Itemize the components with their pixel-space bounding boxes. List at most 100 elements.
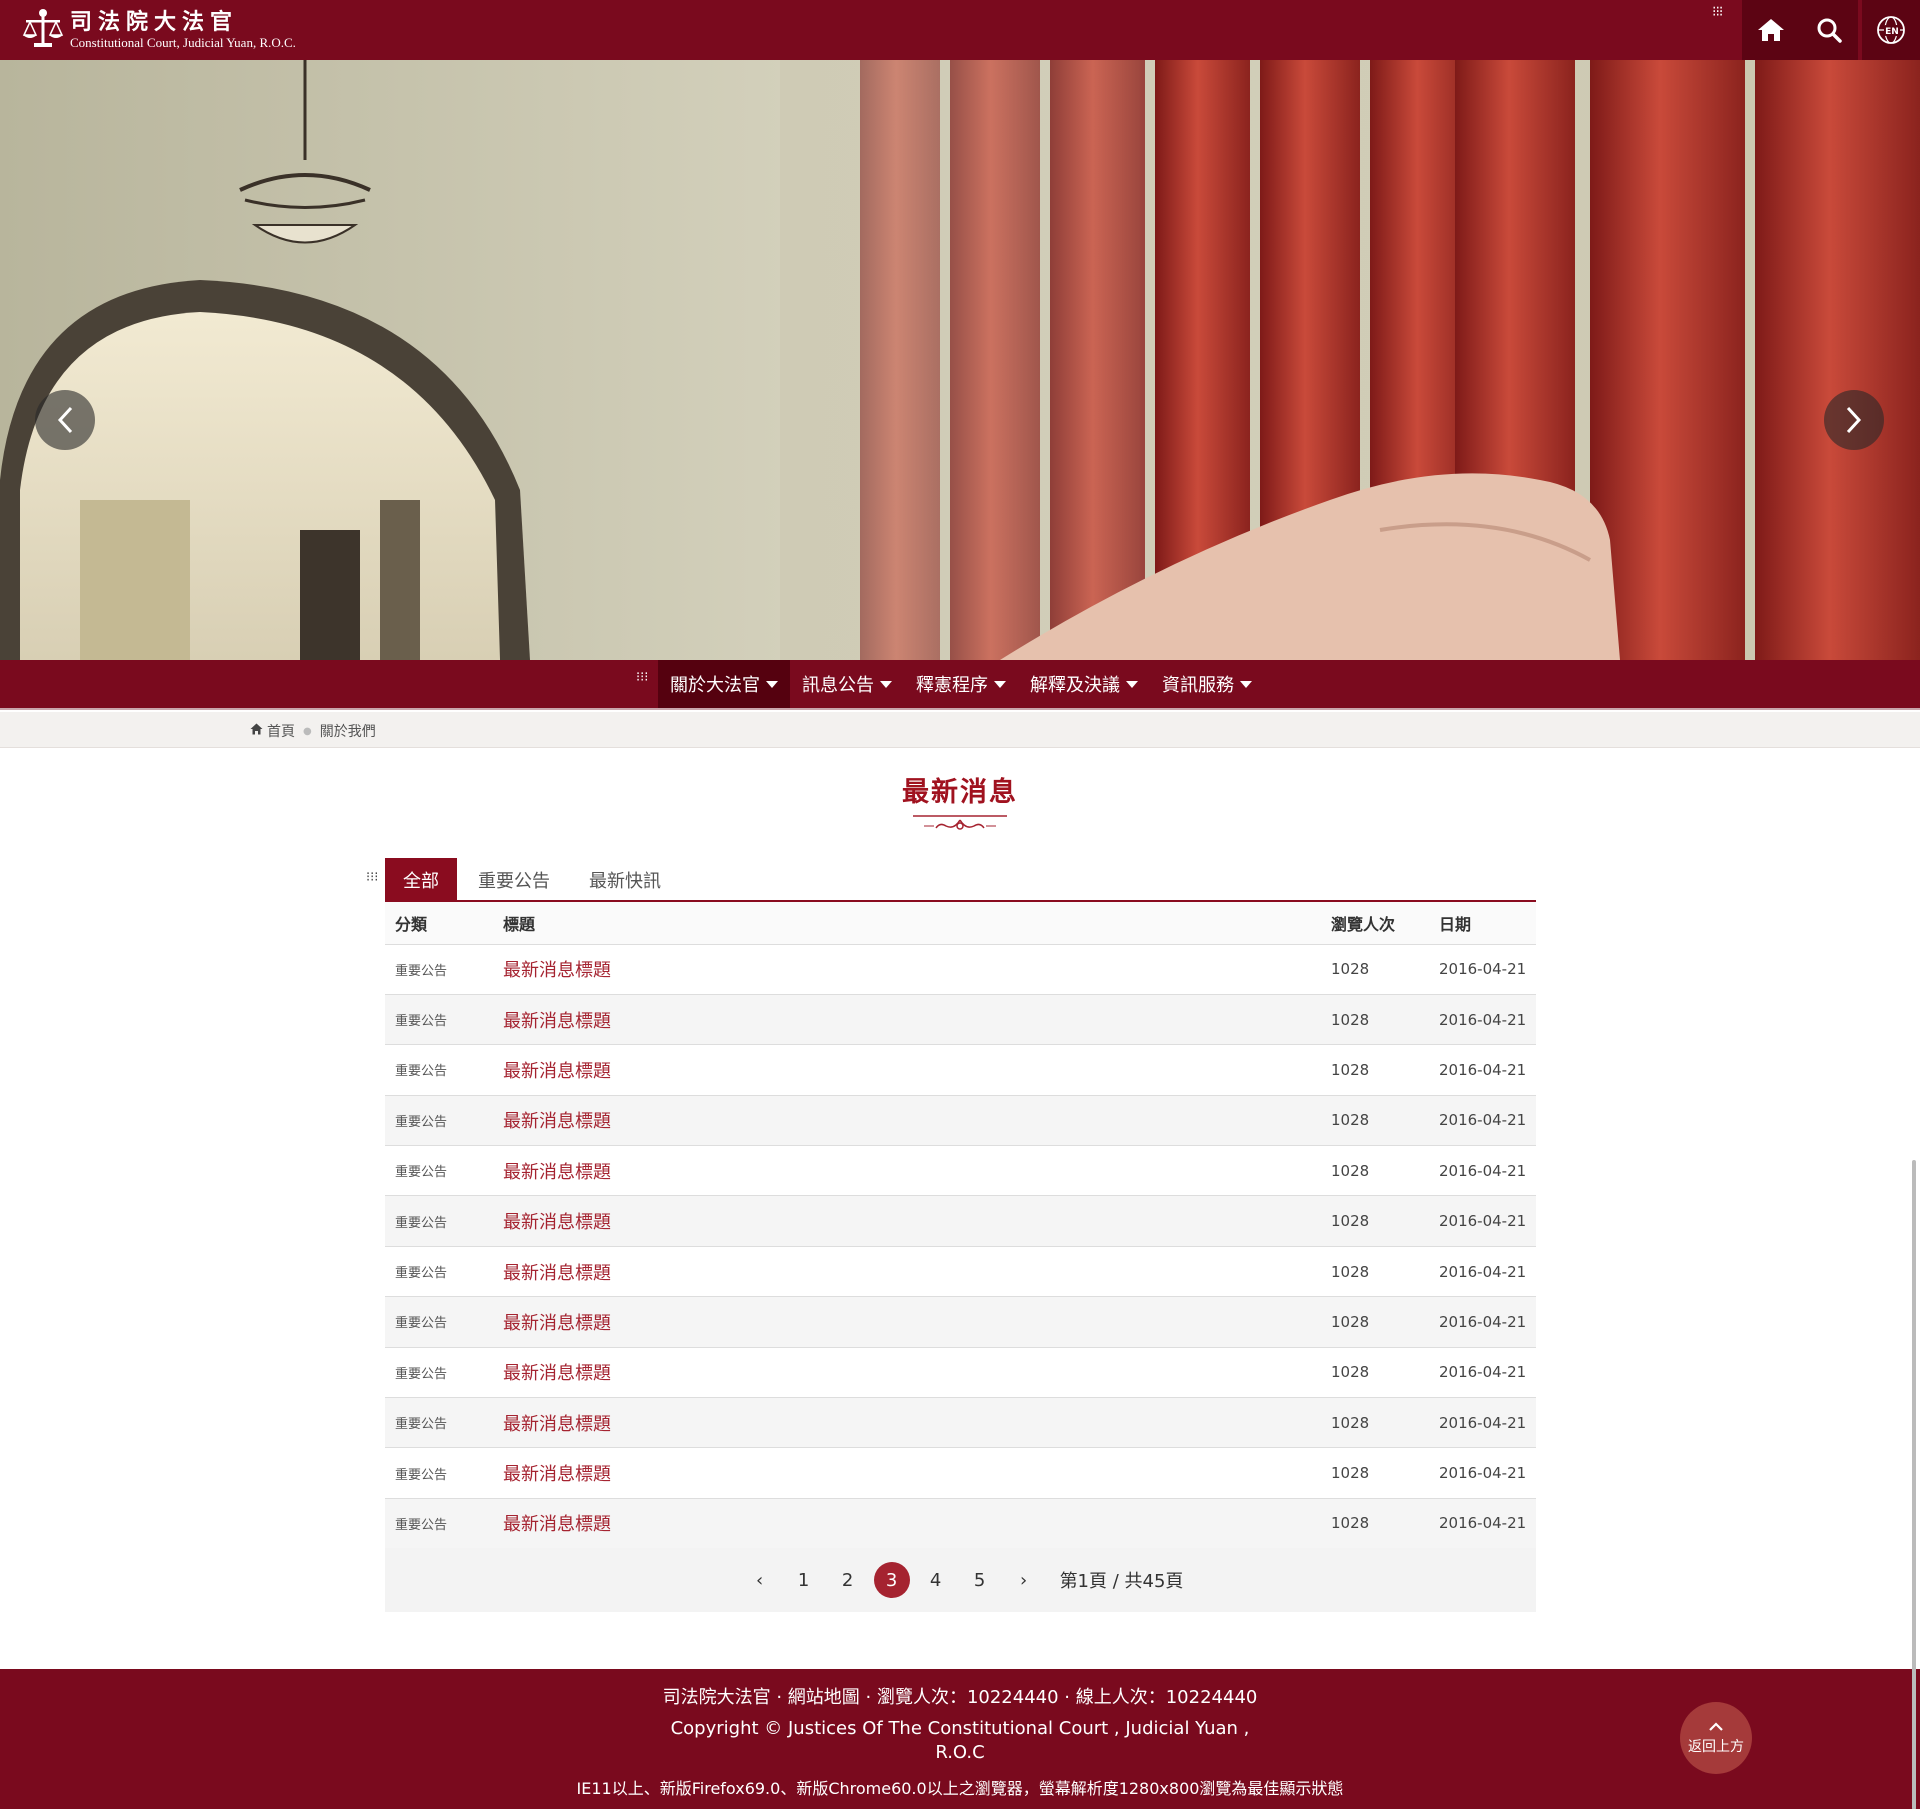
tab-latest[interactable]: 最新快訊	[571, 858, 679, 902]
caret-down-icon	[766, 680, 778, 688]
table-row: 重要公告 最新消息標題 1028 2016-04-21	[385, 1044, 1536, 1096]
row-category: 重要公告	[385, 1246, 493, 1298]
table-row: 重要公告 最新消息標題 1028 2016-04-21	[385, 1347, 1536, 1399]
news-title-link[interactable]: 最新消息標題	[503, 960, 611, 981]
page-link[interactable]: 5	[962, 1562, 998, 1598]
top-header: 司法院大法官 Constitutional Court, Judicial Yu…	[0, 0, 1920, 60]
tab-dots-icon[interactable]: ⁝⁝⁝	[366, 871, 378, 884]
news-title-link[interactable]: 最新消息標題	[503, 1514, 611, 1535]
scrollbar[interactable]	[1912, 1160, 1916, 1809]
carousel-prev-button[interactable]	[35, 390, 95, 450]
logo-subtitle: Constitutional Court, Judicial Yuan, R.O…	[70, 35, 296, 50]
row-date: 2016-04-21	[1429, 1044, 1536, 1096]
row-date: 2016-04-21	[1429, 1347, 1536, 1399]
news-title-link[interactable]: 最新消息標題	[503, 1263, 611, 1284]
site-logo[interactable]: 司法院大法官 Constitutional Court, Judicial Yu…	[20, 6, 296, 54]
news-title-link[interactable]: 最新消息標題	[503, 1363, 611, 1384]
news-tabs: ⁝⁝⁝ 全部 重要公告 最新快訊	[366, 858, 1536, 902]
news-title-link[interactable]: 最新消息標題	[503, 1212, 611, 1233]
tab-all[interactable]: 全部	[385, 858, 457, 902]
menu-dots-icon[interactable]: ⁝⁝⁝	[1712, 5, 1723, 19]
news-title-link[interactable]: 最新消息標題	[503, 1111, 611, 1132]
nav-item-procedure[interactable]: 釋憲程序	[904, 660, 1018, 708]
row-views: 1028	[1321, 1498, 1429, 1550]
row-category: 重要公告	[385, 944, 493, 995]
breadcrumb-home[interactable]: 首頁	[267, 721, 295, 741]
row-category: 重要公告	[385, 1145, 493, 1197]
nav-item-services[interactable]: 資訊服務	[1150, 660, 1264, 708]
main-nav: ⁝⁝⁝ 關於大法官 訊息公告 釋憲程序 解釋及決議 資訊服務	[0, 660, 1920, 710]
page-link[interactable]: 1	[786, 1562, 822, 1598]
column-header-category: 分類	[385, 902, 493, 945]
home-small-icon	[250, 723, 263, 739]
globe-label: EN	[1885, 27, 1899, 37]
tab-important[interactable]: 重要公告	[460, 858, 568, 902]
row-category: 重要公告	[385, 1498, 493, 1550]
logo-title: 司法院大法官	[70, 9, 239, 35]
back-to-top-button[interactable]: 返回上方	[1680, 1702, 1752, 1774]
row-views: 1028	[1321, 1095, 1429, 1147]
row-views: 1028	[1321, 1447, 1429, 1499]
table-row: 重要公告 最新消息標題 1028 2016-04-21	[385, 1498, 1536, 1550]
breadcrumb: 首頁 ● 關於我們	[250, 721, 376, 741]
row-views: 1028	[1321, 1296, 1429, 1348]
table-row: 重要公告 最新消息標題 1028 2016-04-21	[385, 1145, 1536, 1197]
nav-item-announcements[interactable]: 訊息公告	[790, 660, 904, 708]
row-category: 重要公告	[385, 1397, 493, 1449]
news-title-link[interactable]: 最新消息標題	[503, 1011, 611, 1032]
table-row: 重要公告 最新消息標題 1028 2016-04-21	[385, 944, 1536, 995]
caret-down-icon	[994, 680, 1006, 688]
row-date: 2016-04-21	[1429, 994, 1536, 1046]
table-row: 重要公告 最新消息標題 1028 2016-04-21	[385, 994, 1536, 1046]
table-header-row: 分類 標題 瀏覽人次 日期	[385, 902, 1536, 945]
page-link[interactable]: 2	[830, 1562, 866, 1598]
caret-down-icon	[1240, 680, 1252, 688]
row-views: 1028	[1321, 1145, 1429, 1197]
scales-of-justice-icon	[20, 7, 66, 53]
nav-item-about[interactable]: 關於大法官	[658, 660, 790, 708]
footer-links[interactable]: 司法院大法官 · 網站地圖 · 瀏覽人次：10224440 · 線上人次：102…	[0, 1683, 1920, 1709]
page-title: 最新消息	[902, 777, 1018, 808]
carousel-next-button[interactable]	[1824, 390, 1884, 450]
news-title-link[interactable]: 最新消息標題	[503, 1162, 611, 1183]
row-date: 2016-04-21	[1429, 1447, 1536, 1499]
home-icon	[1756, 17, 1786, 43]
column-header-views: 瀏覽人次	[1321, 902, 1429, 945]
nav-dots-icon[interactable]: ⁝⁝⁝	[636, 671, 648, 684]
pagination-next-button[interactable]: ›	[1006, 1562, 1042, 1598]
search-button[interactable]	[1800, 0, 1858, 60]
page-link[interactable]: 4	[918, 1562, 954, 1598]
footer-copyright: Copyright © Justices Of The Constitution…	[670, 1718, 1250, 1763]
table-row: 重要公告 最新消息標題 1028 2016-04-21	[385, 1397, 1536, 1449]
footer-browser-note: IE11以上、新版Firefox69.0、新版Chrome60.0以上之瀏覽器，…	[576, 1779, 1344, 1798]
row-views: 1028	[1321, 1195, 1429, 1247]
column-header-date: 日期	[1429, 902, 1536, 945]
page-link-current[interactable]: 3	[873, 1562, 910, 1598]
chevron-up-icon	[1708, 1720, 1724, 1736]
breadcrumb-current: 關於我們	[319, 724, 376, 740]
table-row: 重要公告 最新消息標題 1028 2016-04-21	[385, 1296, 1536, 1348]
pagination-info: 第1頁 / 共45頁	[1059, 1571, 1184, 1592]
row-date: 2016-04-21	[1429, 1195, 1536, 1247]
pagination: ‹ 1 2 3 4 5 › 第1頁 / 共45頁	[385, 1548, 1536, 1612]
row-views: 1028	[1321, 994, 1429, 1046]
site-footer: 司法院大法官 · 網站地圖 · 瀏覽人次：10224440 · 線上人次：102…	[0, 1669, 1920, 1809]
title-ornament	[910, 812, 1010, 842]
news-title-link[interactable]: 最新消息標題	[503, 1313, 611, 1334]
row-date: 2016-04-21	[1429, 944, 1536, 995]
news-title-link[interactable]: 最新消息標題	[503, 1061, 611, 1082]
row-category: 重要公告	[385, 1296, 493, 1348]
news-title-link[interactable]: 最新消息標題	[503, 1414, 611, 1435]
pagination-prev-button[interactable]: ‹	[742, 1562, 778, 1598]
table-row: 重要公告 最新消息標題 1028 2016-04-21	[385, 1095, 1536, 1147]
row-views: 1028	[1321, 1044, 1429, 1096]
row-views: 1028	[1321, 1397, 1429, 1449]
row-category: 重要公告	[385, 1095, 493, 1147]
row-views: 1028	[1321, 944, 1429, 995]
news-title-link[interactable]: 最新消息標題	[503, 1464, 611, 1485]
row-category: 重要公告	[385, 994, 493, 1046]
home-button[interactable]	[1742, 0, 1800, 60]
row-date: 2016-04-21	[1429, 1145, 1536, 1197]
nav-item-interpretations[interactable]: 解釋及決議	[1018, 660, 1150, 708]
language-button[interactable]: EN	[1862, 0, 1920, 60]
